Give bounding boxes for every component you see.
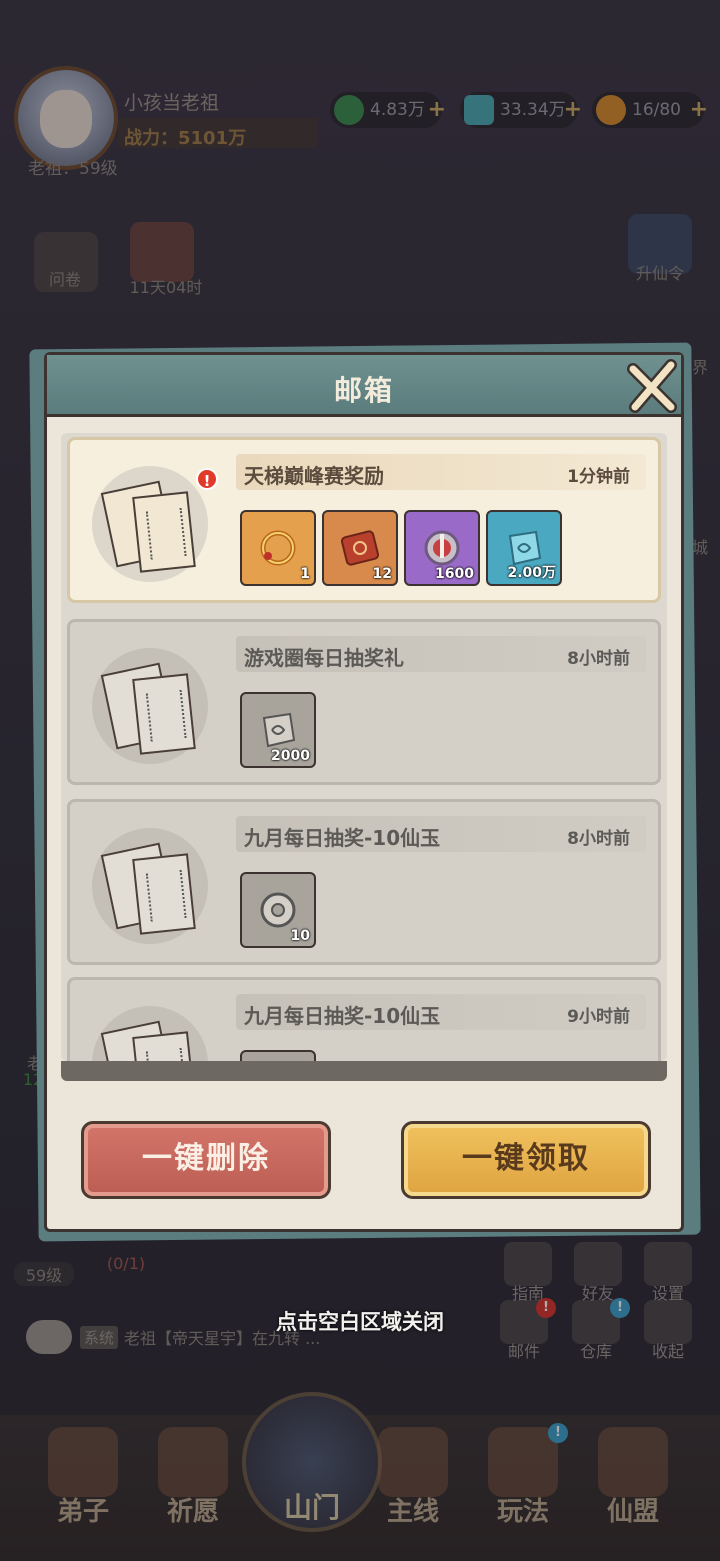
warehouse-label: 仓库	[579, 1342, 612, 1361]
player-level: 老祖：59级	[28, 159, 118, 179]
spirit-stone-icon	[464, 95, 494, 125]
immortal-jade-icon	[260, 892, 296, 928]
disciple-icon	[48, 1427, 118, 1497]
alliance-icon	[598, 1427, 668, 1497]
mail-item[interactable]: 九月每日抽奖-10仙玉 9小时前	[67, 977, 661, 1061]
add-jade-icon[interactable]: +	[428, 92, 446, 128]
reward-item[interactable]: 12	[322, 510, 398, 586]
delete-all-button[interactable]: 一键删除	[81, 1121, 331, 1199]
nav-disciples-label: 弟子	[56, 1497, 109, 1527]
wish-scroll-icon	[158, 1427, 228, 1497]
sword-emblem-icon	[424, 530, 460, 566]
close-button[interactable]	[623, 357, 681, 415]
nav-main-quest[interactable]: 主线	[358, 1415, 468, 1555]
nav-wish-label: 祈愿	[166, 1497, 219, 1527]
mail-time: 8小时前	[567, 649, 630, 669]
jade-icon	[334, 95, 364, 125]
reward-qty: 2.00万	[507, 565, 556, 581]
resource-spirit-stone-value: 33.34万	[500, 100, 566, 120]
red-scroll-icon	[340, 530, 380, 566]
resource-spirit-stone[interactable]: 33.34万 +	[460, 92, 582, 128]
reward-qty: 2000	[271, 748, 310, 764]
modal-header: 邮箱	[47, 355, 681, 417]
letter-writing	[145, 870, 187, 922]
nav-disciples[interactable]: 弟子	[28, 1415, 138, 1555]
mail-label: 邮件	[507, 1342, 540, 1361]
reward-item[interactable]: 2.00万	[486, 510, 562, 586]
nav-wish[interactable]: 祈愿	[138, 1415, 248, 1555]
reward-qty: 1600	[435, 566, 474, 582]
game-screen: 小孩当老祖 战力：5101万 老祖：59级 4.83万 + 33.34万 + 1…	[0, 0, 720, 1561]
nav-alliance-label: 仙盟	[606, 1497, 659, 1527]
mail-time: 8小时前	[567, 829, 630, 849]
mail-time: 9小时前	[567, 1007, 630, 1027]
list-footer-bar	[61, 1061, 667, 1081]
friends-button[interactable]: 好友	[568, 1242, 628, 1303]
unread-alert-icon: !	[196, 468, 218, 490]
letter-page	[132, 673, 196, 755]
close-hint: 点击空白区域关闭	[276, 1310, 444, 1334]
mail-letter-icon: !	[92, 466, 218, 582]
reward-qty: 1	[300, 566, 310, 582]
ascend-pass-label: 升仙令	[635, 264, 684, 283]
mail-item[interactable]: ! 天梯巅峰赛奖励 1分钟前 1 12 1600 2.00万	[67, 437, 661, 603]
avatar-face	[40, 90, 92, 148]
modal-title: 邮箱	[333, 374, 394, 407]
nav-main-quest-label: 主线	[386, 1497, 439, 1527]
task-progress: (0/1)	[106, 1254, 146, 1273]
mail-title: 天梯巅峰赛奖励	[244, 464, 384, 488]
reward-item[interactable]: 1600	[404, 510, 480, 586]
collapse-label: 收起	[651, 1342, 684, 1361]
stamina-icon	[596, 95, 626, 125]
main-quest-icon	[378, 1427, 448, 1497]
reward-qty: 12	[372, 566, 392, 582]
resource-stamina[interactable]: 16/80 +	[592, 92, 708, 128]
add-stamina-icon[interactable]: +	[690, 92, 708, 128]
player-name: 小孩当老祖	[124, 92, 220, 114]
settings-button[interactable]: 设置	[638, 1242, 698, 1303]
letter-page	[132, 491, 196, 573]
letter-page	[132, 1031, 196, 1061]
claim-all-button[interactable]: 一键领取	[401, 1121, 651, 1199]
spirit-crystal-icon	[262, 712, 296, 748]
event-timer: 11天04时	[129, 278, 203, 297]
letter-page	[132, 853, 196, 935]
letter-writing	[145, 690, 187, 742]
gameplay-alert-badge: !	[548, 1423, 568, 1443]
close-icon[interactable]	[623, 357, 681, 415]
mail-title: 游戏圈每日抽奖礼	[244, 646, 404, 670]
nav-gameplay[interactable]: 玩法!	[468, 1415, 578, 1555]
letter-writing	[145, 508, 187, 560]
level-badge: 59级	[14, 1262, 74, 1286]
flame-ring-icon	[260, 530, 296, 566]
mail-letter-icon	[92, 648, 208, 764]
mailbox-modal: 邮箱 ! 天梯巅峰赛奖励 1分钟前 1 12 1600 2.00万 游戏圈每日抽…	[44, 352, 684, 1232]
letter-writing	[145, 1048, 187, 1061]
gameplay-icon	[488, 1427, 558, 1497]
mail-letter-icon	[92, 1006, 208, 1061]
resource-jade[interactable]: 4.83万 +	[330, 92, 446, 128]
mail-item[interactable]: 游戏圈每日抽奖礼 8小时前 2000	[67, 619, 661, 785]
mail-title: 九月每日抽奖-10仙玉	[244, 826, 441, 850]
guide-button[interactable]: 指南	[498, 1242, 558, 1303]
resource-stamina-value: 16/80	[632, 100, 681, 120]
nav-alliance[interactable]: 仙盟	[578, 1415, 688, 1555]
reward-item[interactable]	[240, 1050, 316, 1061]
add-spirit-stone-icon[interactable]: +	[564, 92, 582, 128]
mail-list[interactable]: ! 天梯巅峰赛奖励 1分钟前 1 12 1600 2.00万 游戏圈每日抽奖礼 …	[61, 433, 667, 1061]
mail-item[interactable]: 九月每日抽奖-10仙玉 8小时前 10	[67, 799, 661, 965]
event-gift-icon[interactable]	[130, 222, 194, 282]
survey-label: 问卷	[48, 270, 81, 289]
mail-title: 九月每日抽奖-10仙玉	[244, 1004, 441, 1028]
nav-gameplay-label: 玩法	[496, 1497, 549, 1527]
resource-jade-value: 4.83万	[370, 100, 425, 120]
reward-item[interactable]: 1	[240, 510, 316, 586]
mail-time: 1分钟前	[567, 467, 630, 487]
reward-item[interactable]: 2000	[240, 692, 316, 768]
reward-qty: 10	[290, 928, 310, 944]
player-power: 战力：5101万	[124, 128, 247, 149]
reward-item[interactable]: 10	[240, 872, 316, 948]
mail-letter-icon	[92, 828, 208, 944]
